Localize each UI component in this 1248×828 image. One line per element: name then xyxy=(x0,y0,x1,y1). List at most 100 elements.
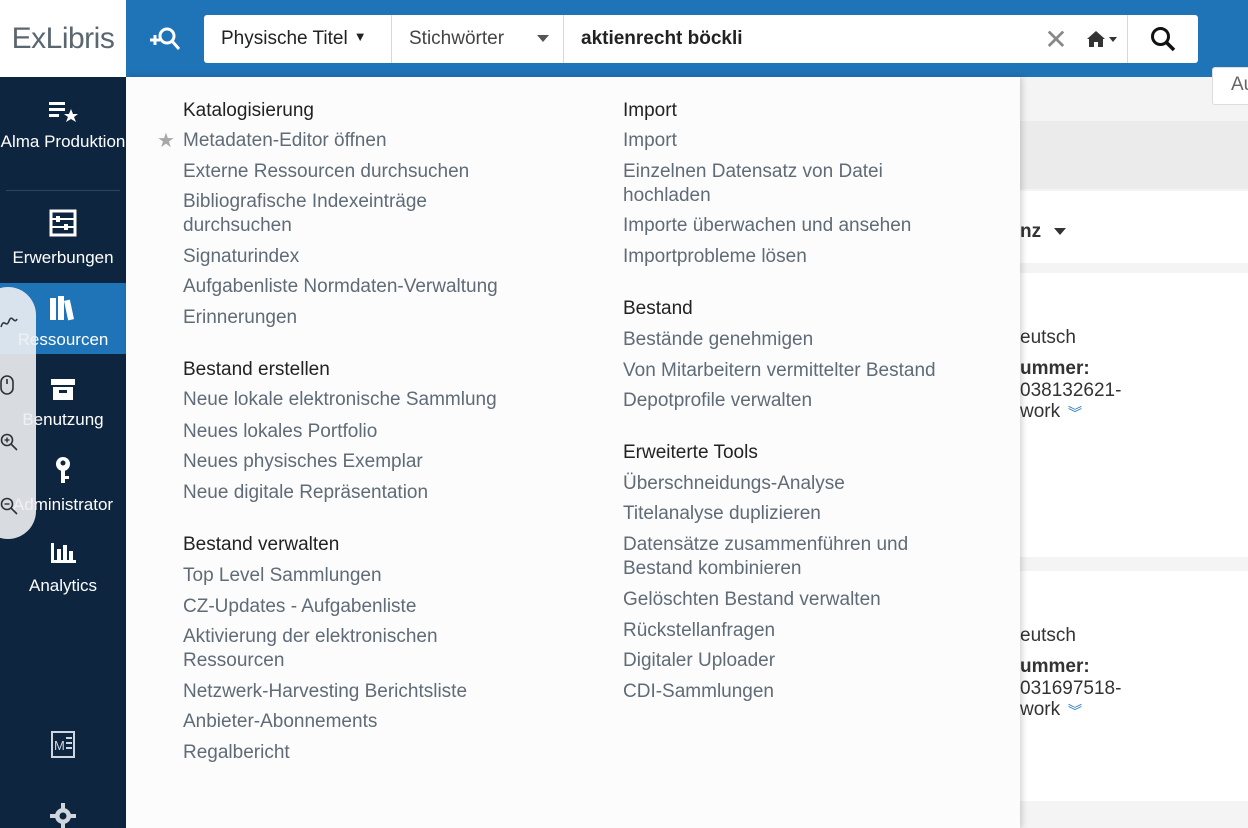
sort-label: nz xyxy=(1020,221,1042,242)
nav-divider xyxy=(6,190,120,191)
nav-item-analytics[interactable]: Analytics xyxy=(0,541,126,596)
search-submit-button[interactable] xyxy=(1128,15,1198,63)
menu-item-neues-portfolio[interactable]: Neues lokales Portfolio xyxy=(183,420,377,444)
menu-item-depotprofile[interactable]: Depotprofile verwalten xyxy=(623,389,812,413)
search-bar: Physische Titel ▼ Stichwörter ✕ xyxy=(204,15,1198,63)
menu-item-bibliografische-indexeintraege-2[interactable]: durchsuchen xyxy=(183,214,292,238)
abacus-icon xyxy=(49,209,77,237)
section-title-import: Import xyxy=(623,100,677,121)
menu-item-aktivierung-elektronisch[interactable]: Aktivierung der elektronischen xyxy=(183,625,438,649)
menu-item-geloeschter-bestand[interactable]: Gelöschten Bestand verwalten xyxy=(623,588,881,612)
section-title-erweiterte-tools: Erweiterte Tools xyxy=(623,442,758,463)
menu-item-neue-elektronische-sammlung[interactable]: Neue lokale elektronische Sammlung xyxy=(183,388,497,412)
menu-item-metadaten-editor[interactable]: Metadaten-Editor öffnen xyxy=(183,129,387,153)
menu-item-top-level-sammlungen[interactable]: Top Level Sammlungen xyxy=(183,564,382,588)
search-type-label: Physische Titel xyxy=(221,28,348,49)
menu-item-signaturindex[interactable]: Signaturindex xyxy=(183,245,299,269)
menu-item-datensatz-hochladen-2[interactable]: hochladen xyxy=(623,184,711,208)
menu-item-datensatz-hochladen[interactable]: Einzelnen Datensatz von Datei xyxy=(623,160,883,184)
menu-item-datensaetze-zusammenfuehren-2[interactable]: Bestand kombinieren xyxy=(623,557,802,581)
books-icon xyxy=(50,296,75,321)
result-suffix: work xyxy=(1020,699,1061,720)
result-suffix: work xyxy=(1020,401,1061,422)
search-scope-button[interactable] xyxy=(1076,15,1128,63)
nav-item-label: Erwerbungen xyxy=(12,248,114,267)
metadata-editor-icon: M xyxy=(51,731,75,758)
menu-item-import[interactable]: Import xyxy=(623,129,677,153)
scribble-icon[interactable] xyxy=(0,315,18,331)
menu-item-erinnerungen[interactable]: Erinnerungen xyxy=(183,306,297,330)
top-right-control[interactable]: Au xyxy=(1212,67,1248,105)
menu-item-cz-updates[interactable]: CZ-Updates - Aufgabenliste xyxy=(183,595,416,619)
chevron-double-down-icon[interactable]: ︾ xyxy=(1068,403,1082,423)
result-number: 031697518- xyxy=(1020,678,1122,699)
top-bar: ExLibris Physische Titel ▼ Stichwörter ✕ xyxy=(0,0,1248,77)
section-title-katalogisierung: Katalogisierung xyxy=(183,100,314,121)
menu-item-bibliografische-indexeintraege[interactable]: Bibliografische Indexeinträge xyxy=(183,190,427,214)
resources-menu: Katalogisierung ★ Metadaten-Editor öffne… xyxy=(126,77,1020,828)
zoom-out-icon[interactable] xyxy=(0,497,18,515)
nav-item-label: Analytics xyxy=(28,576,98,595)
menu-item-externe-ressourcen[interactable]: Externe Ressourcen durchsuchen xyxy=(183,160,469,184)
menu-item-netzwerk-harvesting[interactable]: Netzwerk-Harvesting Berichtsliste xyxy=(183,680,467,704)
result-number-label: ummer: xyxy=(1020,358,1090,379)
menu-item-aktivierung-elektronisch-2[interactable]: Ressourcen xyxy=(183,649,284,673)
menu-item-bestaende-genehmigen[interactable]: Bestände genehmigen xyxy=(623,328,813,352)
menu-item-ueberschneidungs-analyse[interactable]: Überschneidungs-Analyse xyxy=(623,472,845,496)
section-title-bestand-verwalten: Bestand verwalten xyxy=(183,534,340,555)
section-title-bestand: Bestand xyxy=(623,298,693,319)
result-language: eutsch xyxy=(1020,625,1076,646)
search-field-dropdown[interactable]: Stichwörter xyxy=(392,15,564,63)
person-search-icon xyxy=(150,27,181,50)
menu-item-regalbericht[interactable]: Regalbericht xyxy=(183,741,290,765)
zoom-in-icon[interactable] xyxy=(0,433,18,451)
search-field-label: Stichwörter xyxy=(409,28,505,49)
key-icon xyxy=(56,457,70,483)
menu-item-importe-ueberwachen[interactable]: Importe überwachen und ansehen xyxy=(623,214,911,238)
result-language: eutsch xyxy=(1020,327,1076,348)
menu-item-importprobleme[interactable]: Importprobleme lösen xyxy=(623,245,807,269)
menu-item-aufgabenliste-normdaten[interactable]: Aufgabenliste Normdaten-Verwaltung xyxy=(183,275,498,299)
menu-item-digitaler-uploader[interactable]: Digitaler Uploader xyxy=(623,649,775,673)
persona-search-button[interactable] xyxy=(140,22,190,58)
menu-item-neues-physisches-exemplar[interactable]: Neues physisches Exemplar xyxy=(183,450,423,474)
section-title-bestand-erstellen: Bestand erstellen xyxy=(183,359,330,380)
results-area: Au nz eutsch ummer: 038132621- work ︾ eu… xyxy=(1020,67,1248,828)
close-icon: ✕ xyxy=(1044,23,1068,55)
nav-item-alma-produktion[interactable]: Alma Produktion xyxy=(0,99,126,152)
chevron-double-down-icon[interactable]: ︾ xyxy=(1068,701,1082,721)
menu-item-vermittelter-bestand[interactable]: Von Mitarbeitern vermittelter Bestand xyxy=(623,359,936,383)
caret-down-icon[interactable] xyxy=(1054,228,1066,236)
home-icon xyxy=(1086,31,1117,47)
result-card-1[interactable]: eutsch ummer: 038132621- work ︾ xyxy=(1020,273,1248,557)
logo-text: ExLibris xyxy=(11,21,115,55)
logo[interactable]: ExLibris xyxy=(0,0,126,77)
caret-down-icon xyxy=(537,35,549,42)
archive-box-icon xyxy=(51,379,75,400)
result-card-2[interactable]: eutsch ummer: 031697518- work ︾ xyxy=(1020,571,1248,801)
menu-item-titelanalyse[interactable]: Titelanalyse duplizieren xyxy=(623,502,821,526)
search-input[interactable] xyxy=(564,15,1036,63)
nav-item-erwerbungen[interactable]: Erwerbungen xyxy=(0,209,126,268)
sort-bar: nz xyxy=(1020,191,1248,263)
bar-chart-icon xyxy=(51,543,76,563)
star-icon[interactable]: ★ xyxy=(157,128,175,153)
result-number-label: ummer: xyxy=(1020,656,1090,677)
menu-item-neue-digitale-repraesentation[interactable]: Neue digitale Repräsentation xyxy=(183,481,428,505)
menu-item-cdi-sammlungen[interactable]: CDI-Sammlungen xyxy=(623,680,774,704)
alma-star-list-icon xyxy=(49,102,78,122)
gear-icon xyxy=(50,803,76,828)
metadata-editor-button[interactable]: M xyxy=(0,729,126,759)
menu-item-anbieter-abonnements[interactable]: Anbieter-Abonnements xyxy=(183,710,377,734)
svg-text:M: M xyxy=(54,738,65,753)
results-toolbar xyxy=(1020,121,1248,189)
search-icon xyxy=(1151,27,1176,52)
mouse-icon[interactable] xyxy=(0,375,14,395)
top-right-label: Au xyxy=(1231,74,1248,95)
settings-button[interactable] xyxy=(0,802,126,828)
clear-search-button[interactable]: ✕ xyxy=(1036,15,1076,63)
menu-item-datensaetze-zusammenfuehren[interactable]: Datensätze zusammenführen und xyxy=(623,533,908,557)
menu-item-rueckstellanfragen[interactable]: Rückstellanfragen xyxy=(623,619,775,643)
caret-down-icon: ▼ xyxy=(353,28,367,44)
search-type-dropdown[interactable]: Physische Titel ▼ xyxy=(204,15,392,63)
